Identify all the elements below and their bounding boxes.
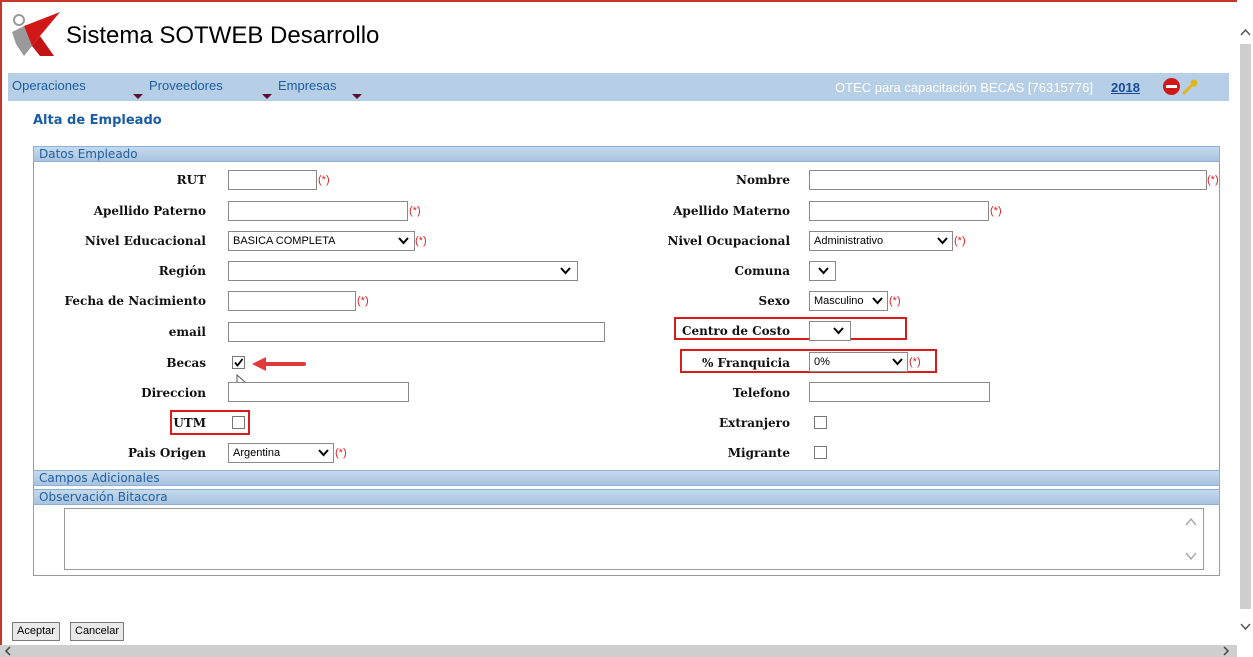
email-input[interactable] [228,322,605,342]
chevron-down-icon [892,358,903,366]
scroll-up-icon[interactable] [1240,28,1251,37]
nombre-label: Nombre [735,173,790,187]
telefono-input[interactable] [809,382,990,402]
scrollbar-thumb[interactable] [1240,44,1251,609]
arrow-left-icon [252,357,306,371]
chevron-down-icon [818,267,829,275]
scroll-up-icon[interactable] [1185,517,1197,527]
section-campos-adicionales[interactable]: Campos Adicionales [33,470,1220,486]
key-icon[interactable] [1181,78,1199,96]
chevron-down-icon [833,327,844,335]
scroll-left-icon[interactable] [4,646,12,656]
chevron-down-icon [398,237,409,245]
selected-value: Administrativo [814,235,884,247]
becas-label: Becas [166,356,206,370]
section-label: Campos Adicionales [39,471,160,485]
required-mark: (*) [990,205,1002,217]
required-mark: (*) [318,174,330,186]
nivel-educacional-select[interactable]: BASICA COMPLETA [228,231,415,251]
becas-checkbox[interactable] [232,356,245,369]
vertical-scrollbar[interactable] [1238,0,1253,645]
direccion-label: Direccion [141,386,206,400]
pais-origen-label: Pais Origen [127,446,206,460]
nivel-educacional-label: Nivel Educacional [84,234,206,248]
nombre-input[interactable] [809,170,1207,190]
telefono-label: Telefono [732,386,790,400]
nivel-ocupacional-select[interactable]: Administrativo [809,231,953,251]
centro-costo-label: Centro de Costo [681,324,790,338]
scroll-right-icon[interactable] [1222,646,1230,656]
aceptar-button[interactable]: Aceptar [12,622,60,641]
chevron-down-icon [872,297,883,305]
sexo-label: Sexo [758,294,790,308]
migrante-label: Migrante [727,446,790,460]
menu-operaciones[interactable]: Operaciones [12,78,86,93]
rut-label: RUT [176,173,206,187]
sexo-select[interactable]: Masculino [809,291,888,311]
menu-proveedores[interactable]: Proveedores [149,78,223,93]
page-title: Alta de Empleado [33,113,162,128]
chevron-down-icon [937,237,948,245]
utm-checkbox[interactable] [232,416,245,429]
franquicia-label: % Franquicia [701,356,790,370]
required-mark: (*) [889,295,901,307]
email-label: email [168,325,206,339]
pais-origen-select[interactable]: Argentina [228,443,334,463]
required-mark: (*) [909,356,921,368]
required-mark: (*) [415,235,427,247]
section-label: Datos Empleado [39,147,138,161]
direccion-input[interactable] [228,382,409,402]
comuna-select[interactable] [809,261,836,281]
sotweb-logo-icon [12,12,60,56]
logout-icon[interactable] [1163,78,1180,95]
utm-label: UTM [173,416,206,430]
extranjero-checkbox[interactable] [814,416,827,429]
selected-value: Argentina [233,447,281,459]
region-select[interactable] [228,261,578,281]
selected-value: Masculino [814,295,864,307]
horizontal-scrollbar[interactable] [0,645,1237,657]
section-label: Observación Bitacora [39,490,168,504]
chevron-down-icon [262,94,272,99]
required-mark: (*) [1207,174,1219,186]
apellido-paterno-label: Apellido Paterno [93,204,206,218]
fecha-nacimiento-label: Fecha de Nacimiento [64,294,206,308]
selected-value: 0% [814,356,830,368]
region-label: Región [158,264,206,278]
year-link[interactable]: 2018 [1111,80,1140,95]
chevron-down-icon [318,449,329,457]
rut-input[interactable] [228,170,317,190]
observacion-textarea[interactable] [64,508,1204,570]
section-observacion-bitacora[interactable]: Observación Bitacora [33,489,1220,505]
checkmark-icon [234,358,244,367]
apellido-materno-label: Apellido Materno [673,204,790,218]
required-mark: (*) [335,447,347,459]
apellido-paterno-input[interactable] [228,201,408,221]
apellido-materno-input[interactable] [809,201,989,221]
menu-empresas[interactable]: Empresas [278,78,337,93]
required-mark: (*) [954,235,966,247]
migrante-checkbox[interactable] [814,446,827,459]
cancelar-button[interactable]: Cancelar [70,622,125,641]
app-title: Sistema SOTWEB Desarrollo [66,22,380,49]
chevron-down-icon [133,94,143,99]
nivel-ocupacional-label: Nivel Ocupacional [667,234,790,248]
scroll-down-icon[interactable] [1185,551,1197,561]
organization-label: OTEC para capacitación BECAS [76315776] [835,80,1093,95]
required-mark: (*) [409,205,421,217]
section-datos-empleado[interactable]: Datos Empleado [33,146,1220,162]
extranjero-label: Extranjero [719,416,790,430]
fecha-nacimiento-input[interactable] [228,291,356,311]
centro-costo-select[interactable] [809,321,851,341]
franquicia-select[interactable]: 0% [809,352,908,372]
comuna-label: Comuna [734,264,790,278]
required-mark: (*) [357,295,369,307]
scroll-down-icon[interactable] [1240,622,1251,631]
selected-value: BASICA COMPLETA [233,235,336,247]
chevron-down-icon [560,267,571,275]
chevron-down-icon [352,94,362,99]
